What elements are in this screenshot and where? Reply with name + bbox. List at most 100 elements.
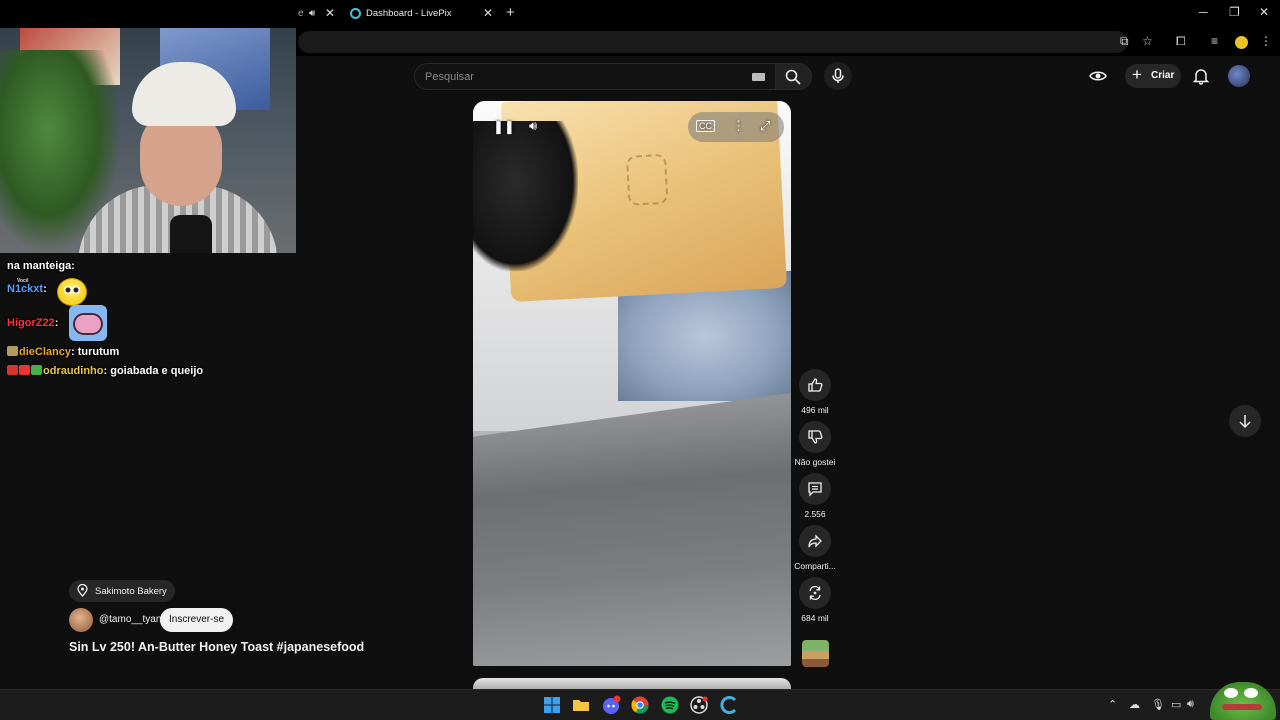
streamer-webcam bbox=[0, 0, 296, 253]
chat-text: : bbox=[54, 317, 59, 329]
eye-icon[interactable] bbox=[1089, 67, 1107, 85]
display-icon[interactable]: ▭ bbox=[1171, 698, 1181, 711]
chat-text: : goiabada e queijo bbox=[103, 365, 204, 377]
thumbs-down-icon bbox=[808, 430, 823, 444]
install-app-icon[interactable]: ⧉ bbox=[1120, 34, 1129, 49]
close-icon[interactable]: ✕ bbox=[325, 6, 335, 20]
create-button[interactable]: + Criar bbox=[1125, 64, 1181, 88]
minimize-icon[interactable]: ─ bbox=[1199, 5, 1208, 19]
media-controls-icon[interactable]: ≡ bbox=[1211, 34, 1218, 48]
chat-username: N1ckxt bbox=[7, 283, 44, 295]
thumbs-up-icon bbox=[808, 378, 823, 392]
volume-icon[interactable]: 🔊︎ bbox=[529, 118, 537, 134]
tab-title: Dashboard - LivePix bbox=[366, 8, 452, 19]
plus-icon: + bbox=[1132, 65, 1142, 84]
chevron-up-icon[interactable]: ⌃ bbox=[1108, 698, 1117, 711]
share-button[interactable] bbox=[799, 525, 831, 557]
location-pin-icon bbox=[77, 584, 88, 597]
channel-handle[interactable]: @tamo__tyan bbox=[99, 614, 161, 625]
webcam-person-face bbox=[140, 112, 222, 206]
chrome-icon[interactable] bbox=[630, 695, 650, 715]
keyboard-icon[interactable] bbox=[752, 73, 765, 81]
chat-message: N1ckxt: bbox=[7, 283, 47, 295]
bell-icon[interactable] bbox=[1192, 67, 1210, 85]
voice-search-button[interactable] bbox=[824, 62, 852, 90]
microphone-tray-icon[interactable]: 🎙︎ bbox=[1151, 698, 1165, 711]
location-chip[interactable]: Sakimoto Bakery bbox=[69, 580, 175, 602]
more-options-icon[interactable]: ⋮ bbox=[732, 118, 745, 134]
arrow-down-icon bbox=[1239, 415, 1251, 429]
account-avatar[interactable] bbox=[1228, 65, 1250, 87]
chat-message: na manteiga: bbox=[7, 260, 75, 272]
address-bar[interactable] bbox=[298, 31, 1128, 53]
comment-icon bbox=[808, 482, 822, 497]
chat-text: na manteiga: bbox=[7, 260, 75, 272]
volume-tray-icon[interactable]: 🔊︎ bbox=[1187, 698, 1194, 711]
chat-username: odraudinho bbox=[43, 365, 104, 377]
chat-text: : bbox=[43, 283, 47, 295]
pepe-overlay-icon bbox=[1210, 682, 1276, 720]
browser-tab-active[interactable]: Dashboard - LivePix ✕ bbox=[340, 0, 500, 28]
like-count: 496 mil bbox=[801, 405, 829, 415]
chat-username: dieClancy bbox=[19, 346, 71, 358]
dislike-label: Não gostei bbox=[794, 457, 836, 467]
video-frame-table bbox=[473, 393, 791, 666]
chat-badge-icon bbox=[7, 365, 18, 375]
remix-count: 684 mil bbox=[801, 613, 829, 623]
livepix-favicon-icon bbox=[350, 8, 361, 19]
short-title[interactable]: Sin Lv 250! An-Butter Honey Toast #japan… bbox=[69, 640, 364, 654]
captions-icon[interactable]: CC bbox=[696, 120, 715, 132]
search-box bbox=[414, 63, 776, 90]
speaker-icon[interactable]: 🔊︎ bbox=[309, 8, 315, 19]
chat-message: dieClancy: turutum bbox=[7, 346, 119, 358]
kebab-menu-icon[interactable]: ⋮ bbox=[1260, 34, 1272, 48]
create-label: Criar bbox=[1151, 70, 1175, 81]
windows-start-icon[interactable] bbox=[542, 695, 562, 715]
share-label: Comparti... bbox=[794, 561, 836, 571]
share-icon bbox=[808, 534, 822, 548]
bookmark-star-icon[interactable]: ☆ bbox=[1142, 34, 1153, 48]
search-input[interactable] bbox=[425, 69, 725, 85]
tab-title: e bbox=[298, 8, 304, 19]
sound-thumbnail[interactable] bbox=[802, 640, 829, 667]
restore-icon[interactable]: ❐ bbox=[1229, 5, 1240, 19]
microphone-icon bbox=[832, 68, 844, 83]
chat-text: : turutum bbox=[70, 346, 120, 358]
cloud-icon[interactable]: ☁ bbox=[1129, 698, 1140, 711]
like-button[interactable] bbox=[799, 369, 831, 401]
pause-icon[interactable]: ❚❚ bbox=[493, 119, 515, 135]
dislike-button[interactable] bbox=[799, 421, 831, 453]
pink-creature-emote-icon bbox=[69, 305, 107, 341]
discord-icon[interactable] bbox=[601, 695, 621, 715]
close-window-icon[interactable]: ✕ bbox=[1259, 5, 1269, 19]
fullscreen-icon[interactable]: ⤢ bbox=[760, 118, 770, 134]
browser-tab-strip: e 🔊︎ ✕ Dashboard - LivePix ✕ + ─ ❐ ✕ bbox=[0, 0, 1280, 28]
browser-tab[interactable]: e 🔊︎ ✕ bbox=[296, 0, 340, 28]
file-explorer-icon[interactable] bbox=[571, 695, 591, 715]
comments-button[interactable] bbox=[799, 473, 831, 505]
search-button[interactable] bbox=[776, 63, 812, 90]
search-icon bbox=[785, 69, 801, 85]
channel-avatar[interactable] bbox=[69, 608, 93, 632]
remix-button[interactable] bbox=[799, 577, 831, 609]
close-icon[interactable]: ✕ bbox=[483, 6, 493, 20]
subscribe-button[interactable]: Inscrever-se bbox=[160, 608, 233, 632]
spotify-icon[interactable] bbox=[660, 695, 680, 715]
shorts-video-player[interactable]: ❚❚ 🔊︎ CC ⋮ ⤢ bbox=[473, 101, 791, 666]
remix-icon bbox=[809, 585, 821, 601]
next-short-button[interactable] bbox=[1229, 405, 1261, 437]
app-c-icon[interactable] bbox=[719, 695, 739, 715]
webcam-microphone bbox=[170, 215, 212, 253]
video-frame-glove bbox=[473, 121, 578, 271]
chat-username: HigorZ22 bbox=[7, 317, 55, 329]
obs-icon[interactable] bbox=[689, 695, 709, 715]
browser-toolbar: ⧉ ☆ ⧠ ≡ ⋮ bbox=[296, 28, 1280, 56]
extensions-icon[interactable]: ⧠ bbox=[1176, 34, 1186, 49]
new-tab-button[interactable]: + bbox=[506, 4, 515, 21]
chat-badge-icon bbox=[31, 365, 42, 375]
windows-taskbar: ⌃ ☁ 🎙︎ ▭ 🔊︎ bbox=[0, 689, 1280, 720]
location-label: Sakimoto Bakery bbox=[95, 586, 167, 597]
chat-badge-icon bbox=[19, 365, 30, 375]
profile-avatar[interactable] bbox=[1235, 36, 1248, 49]
chat-message: odraudinho: goiabada e queijo bbox=[7, 365, 203, 377]
